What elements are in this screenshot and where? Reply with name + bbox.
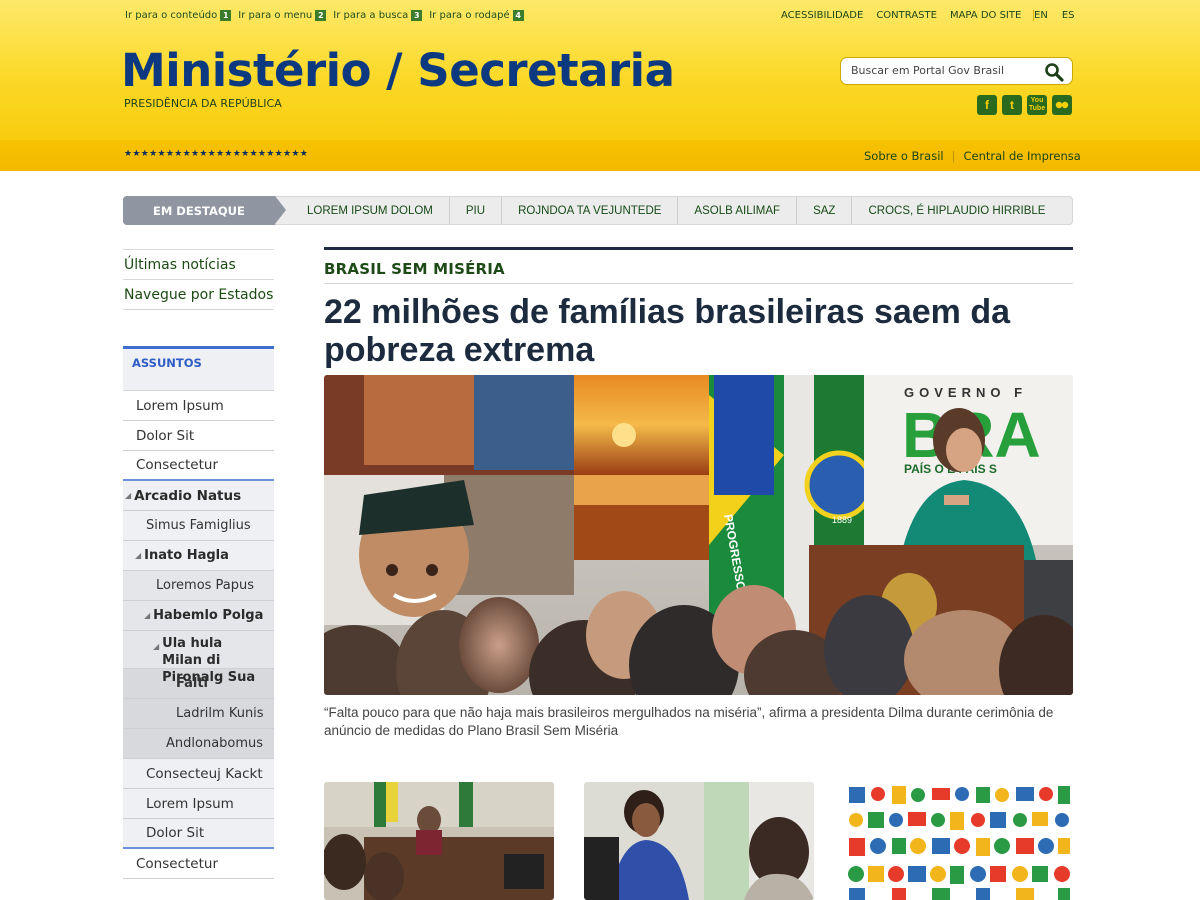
subjects-heading: ASSUNTOS — [123, 346, 274, 391]
expanded-arrow-icon: ◢ — [135, 551, 142, 560]
article-kicker[interactable]: BRASIL SEM MISÉRIA — [324, 250, 1073, 284]
menu-item-expanded[interactable]: ◢ Arcadio Natus — [123, 481, 274, 511]
related-thumbnails — [324, 782, 1074, 900]
featured-label: EM DESTAQUE — [123, 196, 286, 225]
twitter-icon[interactable]: t — [1002, 95, 1022, 115]
accessibility-shortcuts: Ir para o conteúdo 1 Ir para o menu 2 Ir p… — [125, 10, 524, 21]
main-content: BRASIL SEM MISÉRIA 22 milhões de família… — [324, 247, 1074, 900]
subjects-menu: ASSUNTOS Lorem Ipsum Dolor Sit Consectet… — [123, 346, 274, 879]
press-center-link[interactable]: Central de Imprensa — [963, 149, 1080, 163]
search-box — [840, 57, 1073, 85]
expanded-arrow-icon: ◢ — [125, 491, 132, 500]
featured-item[interactable]: ROJNDOA TA VEJUNTEDE — [502, 197, 679, 224]
thumbnail-service[interactable] — [584, 782, 814, 900]
sitemap-link[interactable]: MAPA DO SITE — [950, 10, 1021, 21]
lang-es-link[interactable]: ES — [1062, 10, 1075, 21]
thumbnail-icons-pattern[interactable] — [844, 782, 1074, 900]
menu-item[interactable]: Lorem Ipsum — [123, 789, 274, 819]
facebook-icon[interactable]: f — [977, 95, 997, 115]
menu-item[interactable]: Consectetur — [123, 849, 274, 879]
site-header: Ir para o conteúdo 1 Ir para o menu 2 Ir p… — [0, 0, 1200, 171]
skip-to-search-link[interactable]: Ir para a busca 3 — [333, 10, 423, 21]
flag-year-text: 1889 — [832, 515, 852, 525]
menu-item-expanded[interactable]: ◢ Habemlo Polga — [123, 601, 274, 631]
states-stars: ★★★★★★★★★★★★★★★★★★★★★★ — [124, 149, 309, 159]
featured-item[interactable]: ASOLB AILIMAF — [678, 197, 798, 224]
separator: | — [951, 149, 956, 163]
menu-item-expanded[interactable]: ◢ Inato Hagla — [123, 541, 274, 571]
menu-item[interactable]: Consectetur — [123, 451, 274, 481]
article-headline[interactable]: 22 milhões de famílias brasileiras saem … — [324, 293, 1073, 369]
language-links: EN ES — [1033, 10, 1074, 21]
menu-item[interactable]: Dolor Sit — [123, 819, 274, 849]
menu-item[interactable]: Consecteuj Kackt — [123, 759, 274, 789]
accessibility-link[interactable]: ACESSIBILIDADE — [781, 10, 863, 21]
featured-item[interactable]: LOREM IPSUM DOLOM — [291, 197, 450, 224]
thumbnail-meeting[interactable] — [324, 782, 554, 900]
youtube-icon[interactable]: You Tube — [1027, 95, 1047, 115]
sidebar-top-links: Últimas notícias Navegue por Estados — [123, 249, 274, 310]
menu-item[interactable]: Simus Famiglius — [123, 511, 274, 541]
skip-to-footer-link[interactable]: Ir para o rodapé 4 — [429, 10, 524, 21]
menu-item[interactable]: Lorem Ipsum — [123, 391, 274, 421]
search-input[interactable] — [851, 64, 1036, 77]
featured-items: LOREM IPSUM DOLOM PIU ROJNDOA TA VEJUNTE… — [291, 197, 1061, 224]
menu-item[interactable]: Ladrilm Kunis — [123, 699, 274, 729]
featured-bar: EM DESTAQUE LOREM IPSUM DOLOM PIU ROJNDO… — [123, 196, 1073, 225]
contrast-link[interactable]: CONTRASTE — [876, 10, 937, 21]
about-brazil-link[interactable]: Sobre o Brasil — [864, 149, 944, 163]
menu-item[interactable]: Loremos Papus — [123, 571, 274, 601]
featured-item[interactable]: SAZ — [797, 197, 853, 224]
menu-item[interactable]: Dolor Sit — [123, 421, 274, 451]
site-subtitle: PRESIDÊNCIA DA REPÚBLICA — [124, 97, 282, 110]
search-icon[interactable] — [1044, 62, 1064, 82]
banner-top-text: GOVERNO F — [904, 385, 1027, 400]
featured-item[interactable]: PIU — [450, 197, 503, 224]
hero-caption: “Falta pouco para que não haja mais bras… — [324, 705, 1054, 738]
menu-item[interactable]: Andlonabomus — [123, 729, 274, 759]
menu-item-expanded[interactable]: ◢ Ula hula Milan di Pironalg Sua — [123, 631, 274, 685]
site-title[interactable]: Ministério / Secretaria — [121, 44, 675, 97]
skip-to-menu-link[interactable]: Ir para o menu 2 — [238, 10, 327, 21]
flickr-icon[interactable] — [1052, 95, 1072, 115]
skip-to-content-link[interactable]: Ir para o conteúdo 1 — [125, 10, 232, 21]
band-links: Sobre o Brasil | Central de Imprensa — [864, 149, 1081, 163]
featured-item[interactable]: CROCS, É HIPLAUDIO HIRRIBLE — [852, 197, 1061, 224]
top-links: ACESSIBILIDADE CONTRASTE MAPA DO SITE — [781, 10, 1034, 21]
sidebar: Últimas notícias Navegue por Estados ASS… — [123, 249, 274, 879]
hero-photo[interactable]: 1889 PROGRESSO GOVERNO F BRA PAÍS O É PA… — [324, 375, 1073, 695]
browse-states-link[interactable]: Navegue por Estados — [123, 280, 274, 310]
latest-news-link[interactable]: Últimas notícias — [123, 250, 274, 280]
expanded-arrow-icon: ◢ — [144, 611, 151, 620]
expanded-arrow-icon: ◢ — [153, 642, 160, 651]
lang-en-link[interactable]: EN — [1034, 10, 1048, 21]
social-links: f t You Tube — [977, 95, 1072, 115]
